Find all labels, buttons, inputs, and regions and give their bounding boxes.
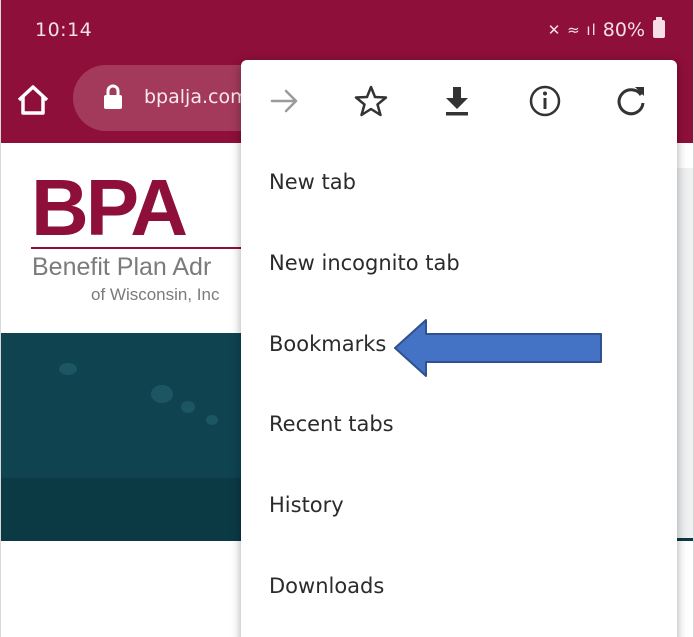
- forward-icon[interactable]: [267, 83, 303, 119]
- menu-item-bookmarks[interactable]: Bookmarks: [269, 332, 386, 356]
- logo-subtitle-2: of Wisconsin, Inc: [91, 285, 220, 304]
- logo-subtitle: Benefit Plan Adr: [32, 253, 212, 281]
- refresh-icon[interactable]: [613, 83, 649, 119]
- logo-divider: [31, 247, 261, 249]
- home-icon[interactable]: [15, 82, 51, 118]
- battery-percent: 80%: [602, 19, 645, 41]
- status-indicators: ✕ ≈ ıl 80%: [548, 19, 645, 41]
- menu-item-recent-tabs[interactable]: Recent tabs: [269, 412, 394, 436]
- info-icon[interactable]: [527, 83, 563, 119]
- menu-item-downloads[interactable]: Downloads: [269, 574, 384, 598]
- bpa-logo: BPA: [31, 163, 188, 252]
- menu-item-new-tab[interactable]: New tab: [269, 170, 356, 194]
- bookmark-star-icon[interactable]: [353, 83, 389, 119]
- status-time: 10:14: [35, 19, 93, 41]
- battery-icon: [653, 17, 665, 38]
- phone-screen: 10:14 ✕ ≈ ıl 80% bpalja.com BPA Benefit …: [0, 0, 694, 637]
- url-text: bpalja.com: [144, 86, 249, 108]
- menu-item-history[interactable]: History: [269, 493, 344, 517]
- lock-icon: [104, 84, 122, 109]
- signal-icons: ✕ ≈ ıl: [547, 21, 597, 39]
- pointer-arrow: [394, 319, 602, 377]
- menu-item-new-incognito-tab[interactable]: New incognito tab: [269, 251, 460, 275]
- download-icon[interactable]: [439, 83, 475, 119]
